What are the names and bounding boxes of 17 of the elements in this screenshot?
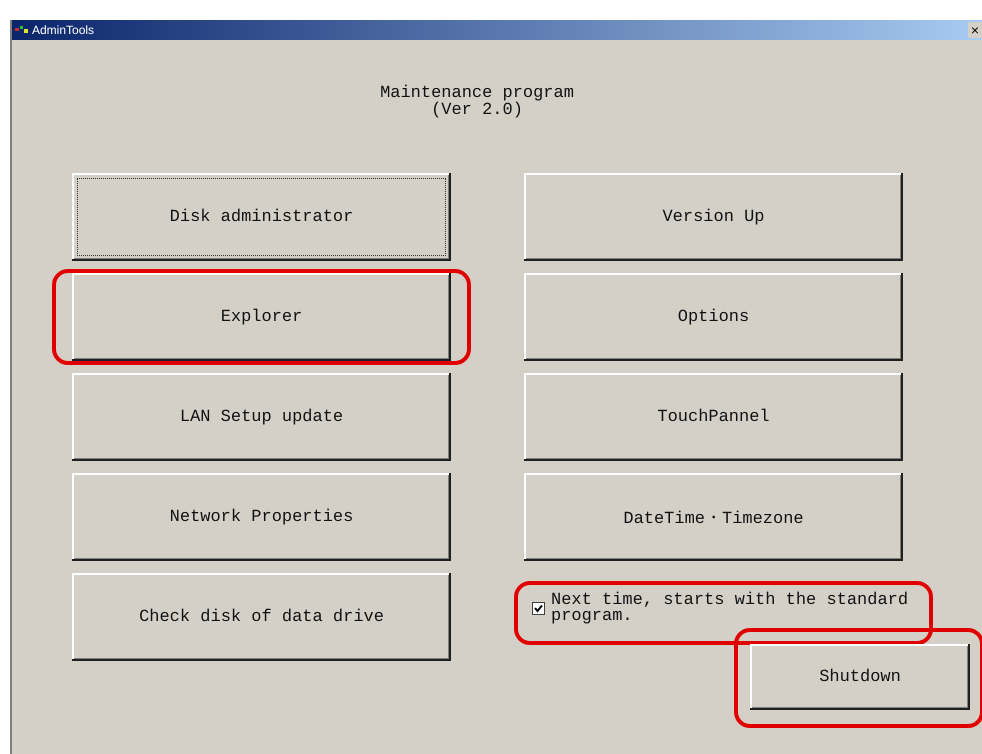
window-title: AdminTools (32, 23, 94, 37)
close-button[interactable]: × (968, 22, 982, 38)
menu-button[interactable]: Network Properties (72, 473, 451, 561)
checkbox-label: Next time, starts with the standard program. (551, 593, 910, 625)
shutdown-button[interactable]: Shutdown (750, 644, 970, 710)
menu-button[interactable]: TouchPannel (524, 373, 903, 461)
app-icon (15, 25, 29, 35)
checkbox[interactable] (532, 602, 545, 615)
menu-button[interactable]: DateTime・Timezone (524, 473, 903, 561)
menu-button[interactable]: Check disk of data drive (72, 573, 451, 661)
menu-button[interactable]: Version Up (524, 173, 903, 261)
menu-button[interactable]: Disk administrator (72, 173, 451, 261)
menu-button[interactable]: Options (524, 273, 903, 361)
menu-button[interactable]: Explorer (72, 273, 451, 361)
heading-text: (Ver 2.0) (431, 102, 523, 119)
menu-button[interactable]: LAN Setup update (72, 373, 451, 461)
heading-text: Maintenance program (380, 85, 574, 102)
